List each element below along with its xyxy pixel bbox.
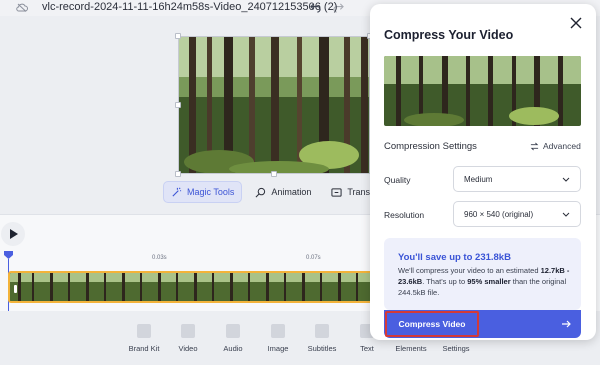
forest-thumbnail: [384, 56, 581, 126]
resize-handle[interactable]: [175, 171, 181, 177]
modal-title: Compress Your Video: [384, 28, 514, 42]
video-icon: [181, 324, 195, 338]
clip-trim-handle[interactable]: [14, 285, 17, 293]
animation-icon: [255, 187, 266, 197]
resolution-label: Resolution: [384, 210, 425, 220]
resolution-select[interactable]: 960 × 540 (original): [453, 201, 581, 227]
tick-label: 0.03s: [152, 255, 167, 261]
savings-description: We'll compress your video to an estimate…: [398, 265, 573, 298]
magic-tools-icon: [172, 187, 182, 197]
video-preview[interactable]: [178, 36, 370, 174]
quality-value: Medium: [464, 174, 493, 184]
resize-handle[interactable]: [271, 171, 277, 177]
nav-image[interactable]: Image: [258, 324, 298, 353]
magic-tools-label: Magic Tools: [187, 187, 235, 197]
close-icon[interactable]: [570, 17, 582, 29]
advanced-toggle[interactable]: Advanced: [530, 141, 581, 151]
nav-label: Subtitles: [307, 344, 337, 353]
resize-handle[interactable]: [175, 102, 181, 108]
play-button[interactable]: [1, 222, 25, 246]
resize-handle[interactable]: [175, 33, 181, 39]
savings-title: You'll save up to 231.8kB: [398, 252, 511, 263]
nav-label: Image: [267, 344, 289, 353]
clip-thumbnails: [10, 273, 372, 301]
nav-label: Elements: [395, 344, 427, 353]
compression-settings-heading: Compression Settings: [384, 141, 477, 152]
nav-label: Audio: [223, 344, 243, 353]
modal-video-preview: [384, 56, 581, 126]
cloud-sync-icon[interactable]: [16, 3, 28, 12]
audio-icon: [226, 324, 240, 338]
nav-label: Brand Kit: [128, 344, 160, 353]
savings-info: You'll save up to 231.8kB We'll compress…: [384, 238, 581, 310]
swap-arrows-icon: [530, 142, 539, 150]
savings-line1: We'll compress your video to an estimate…: [398, 266, 539, 275]
magic-tools-button[interactable]: Magic Tools: [163, 181, 243, 203]
video-track-clip[interactable]: [8, 271, 374, 303]
quality-label: Quality: [384, 175, 411, 185]
nav-audio[interactable]: Audio: [213, 324, 253, 353]
redo-icon[interactable]: [333, 2, 344, 13]
animation-label: Animation: [271, 187, 312, 197]
quality-select[interactable]: Medium: [453, 166, 581, 192]
savings-percent: 95% smaller: [467, 277, 511, 286]
play-icon: [9, 229, 18, 239]
nav-subtitles[interactable]: Subtitles: [302, 324, 342, 353]
chevron-down-icon: [562, 177, 570, 182]
nav-label: Video: [178, 344, 198, 353]
animation-button[interactable]: Animation: [248, 181, 318, 203]
file-title[interactable]: vlc-record-2024-11-11-16h24m58s-Video_24…: [42, 1, 337, 13]
tick-label: 0.07s: [306, 255, 321, 261]
compress-video-modal: Compress Your Video Compression Settings…: [370, 4, 596, 340]
savings-line2: . That's up to: [422, 277, 468, 286]
resolution-value: 960 × 540 (original): [464, 209, 534, 219]
advanced-label: Advanced: [543, 141, 581, 151]
subtitles-icon: [315, 324, 329, 338]
nav-video[interactable]: Video: [168, 324, 208, 353]
nav-label: Settings: [442, 344, 470, 353]
undo-icon[interactable]: [310, 2, 321, 13]
brand-kit-icon: [137, 324, 151, 338]
transitions-icon: [331, 187, 342, 197]
image-icon: [271, 324, 285, 338]
nav-brand-kit[interactable]: Brand Kit: [124, 324, 164, 353]
forest-video-frame: [179, 37, 369, 173]
editor-tools: Magic Tools Animation Transitions: [163, 181, 398, 205]
arrow-right-icon: [562, 320, 571, 328]
compress-video-label: Compress Video: [385, 311, 479, 337]
compress-video-button[interactable]: Compress Video: [384, 310, 581, 338]
chevron-down-icon: [562, 212, 570, 217]
nav-label: Text: [360, 344, 374, 353]
